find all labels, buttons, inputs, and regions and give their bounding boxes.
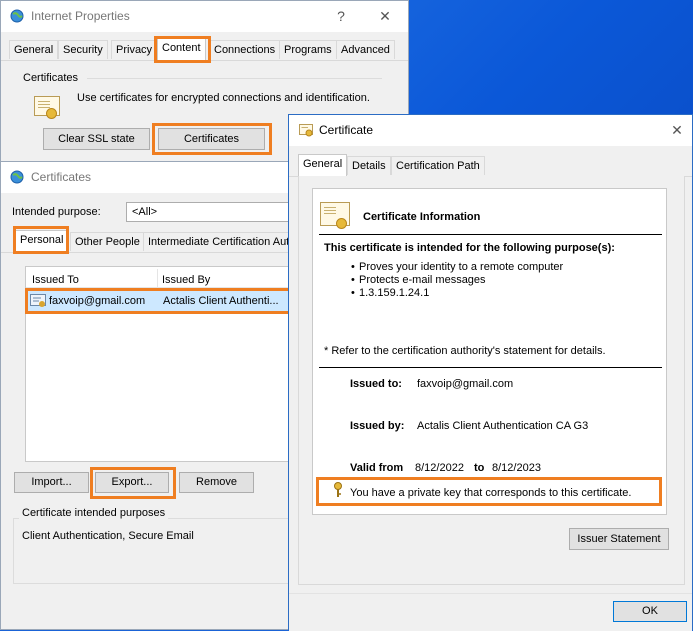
certificate-tabs: General Details Certification Path xyxy=(289,154,692,177)
key-icon xyxy=(334,482,342,497)
intended-purpose-select[interactable]: <All> xyxy=(126,202,296,222)
certificate-icon xyxy=(299,124,313,137)
column-divider xyxy=(157,269,158,287)
import-button[interactable]: Import... xyxy=(14,472,89,493)
purpose-bullet: • xyxy=(351,261,355,273)
tab-other-people[interactable]: Other People xyxy=(70,232,145,251)
purpose-item: 1.3.159.1.24.1 xyxy=(359,287,430,299)
close-button[interactable]: ✕ xyxy=(370,5,400,27)
issued-to-cell: faxvoip@gmail.com xyxy=(49,295,146,307)
close-button[interactable]: ✕ xyxy=(662,119,692,141)
issued-to-label: Issued to: xyxy=(350,378,402,390)
tab-connections[interactable]: Connections xyxy=(209,40,281,59)
column-issued-to[interactable]: Issued To xyxy=(32,274,79,286)
window-title: Internet Properties xyxy=(31,9,130,23)
valid-from-value: 8/12/2022 xyxy=(415,462,464,474)
purpose-bullet: • xyxy=(351,287,355,299)
certificates-titlebar[interactable]: Certificates xyxy=(1,162,295,193)
valid-to-value: 8/12/2023 xyxy=(492,462,541,474)
window-title: Certificate xyxy=(319,123,374,137)
list-header: Issued To Issued By xyxy=(26,267,296,288)
purposes-value: Client Authentication, Secure Email xyxy=(22,530,194,542)
private-key-text: You have a private key that corresponds … xyxy=(350,487,632,499)
tab-programs[interactable]: Programs xyxy=(279,40,337,59)
help-button[interactable]: ? xyxy=(326,5,356,27)
remove-button[interactable]: Remove xyxy=(179,472,254,493)
certificate-info-heading: Certificate Information xyxy=(363,211,481,223)
tab-intermediate-ca[interactable]: Intermediate Certification Aut xyxy=(143,232,303,251)
certificate-window: Certificate ✕ General Details Certificat… xyxy=(288,114,693,631)
issued-by-cell: Actalis Client Authenti... xyxy=(163,295,279,307)
globe-icon xyxy=(10,9,24,23)
tab-certification-path[interactable]: Certification Path xyxy=(391,156,485,175)
details-divider xyxy=(319,367,662,368)
tab-content[interactable]: Content xyxy=(157,38,206,60)
tab-general[interactable]: General xyxy=(298,154,348,176)
export-button[interactable]: Export... xyxy=(95,472,169,493)
certificate-titlebar[interactable]: Certificate ✕ xyxy=(289,115,692,146)
purpose-heading: This certificate is intended for the fol… xyxy=(324,242,615,254)
globe-icon xyxy=(10,170,24,184)
certificate-list[interactable]: Issued To Issued By faxvoip@gmail.com Ac… xyxy=(25,266,297,462)
certificate-icon xyxy=(34,96,60,119)
issued-by-label: Issued by: xyxy=(350,420,405,432)
issued-to-value: faxvoip@gmail.com xyxy=(417,378,514,390)
group-divider xyxy=(87,78,382,79)
certificates-window: Certificates Intended purpose: <All> Per… xyxy=(0,161,303,630)
purpose-item: Proves your identity to a remote compute… xyxy=(359,261,564,273)
heading-divider xyxy=(319,234,662,235)
refer-note: * Refer to the certification authority's… xyxy=(324,345,606,357)
table-row[interactable]: faxvoip@gmail.com Actalis Client Authent… xyxy=(27,291,293,311)
purposes-group-label: Certificate intended purposes xyxy=(19,507,169,519)
tab-personal[interactable]: Personal xyxy=(15,230,69,252)
tab-general[interactable]: General xyxy=(9,40,59,59)
internet-properties-tabs: General Security Privacy Content Connect… xyxy=(1,38,408,61)
intended-purpose-label: Intended purpose: xyxy=(12,206,101,218)
tab-privacy[interactable]: Privacy xyxy=(111,40,158,59)
certificates-button[interactable]: Certificates xyxy=(158,128,265,150)
tab-security[interactable]: Security xyxy=(58,40,108,59)
valid-to-label: to xyxy=(474,462,485,474)
certificate-info-panel: Certificate Information This certificate… xyxy=(312,188,667,515)
valid-from-label: Valid from xyxy=(350,462,404,474)
tab-details[interactable]: Details xyxy=(347,156,391,175)
tab-advanced[interactable]: Advanced xyxy=(336,40,395,59)
column-issued-by[interactable]: Issued By xyxy=(162,274,210,286)
issued-by-value: Actalis Client Authentication CA G3 xyxy=(417,420,589,432)
certificates-tabs: Personal Other People Intermediate Certi… xyxy=(1,230,303,253)
window-title: Certificates xyxy=(31,170,92,184)
clear-ssl-state-button[interactable]: Clear SSL state xyxy=(43,128,150,150)
internet-properties-titlebar[interactable]: Internet Properties ? ✕ xyxy=(1,1,408,32)
purpose-bullet: • xyxy=(351,274,355,286)
purposes-groupbox xyxy=(13,518,298,584)
certificates-description: Use certificates for encrypted connectio… xyxy=(77,92,370,104)
certificates-group-label: Certificates xyxy=(23,72,79,84)
issuer-statement-button[interactable]: Issuer Statement xyxy=(569,528,669,550)
purpose-item: Protects e-mail messages xyxy=(359,274,486,286)
certificate-icon xyxy=(320,202,350,229)
intended-purpose-value: <All> xyxy=(132,206,158,218)
ok-button[interactable]: OK xyxy=(613,601,687,622)
certificate-icon xyxy=(30,294,46,307)
